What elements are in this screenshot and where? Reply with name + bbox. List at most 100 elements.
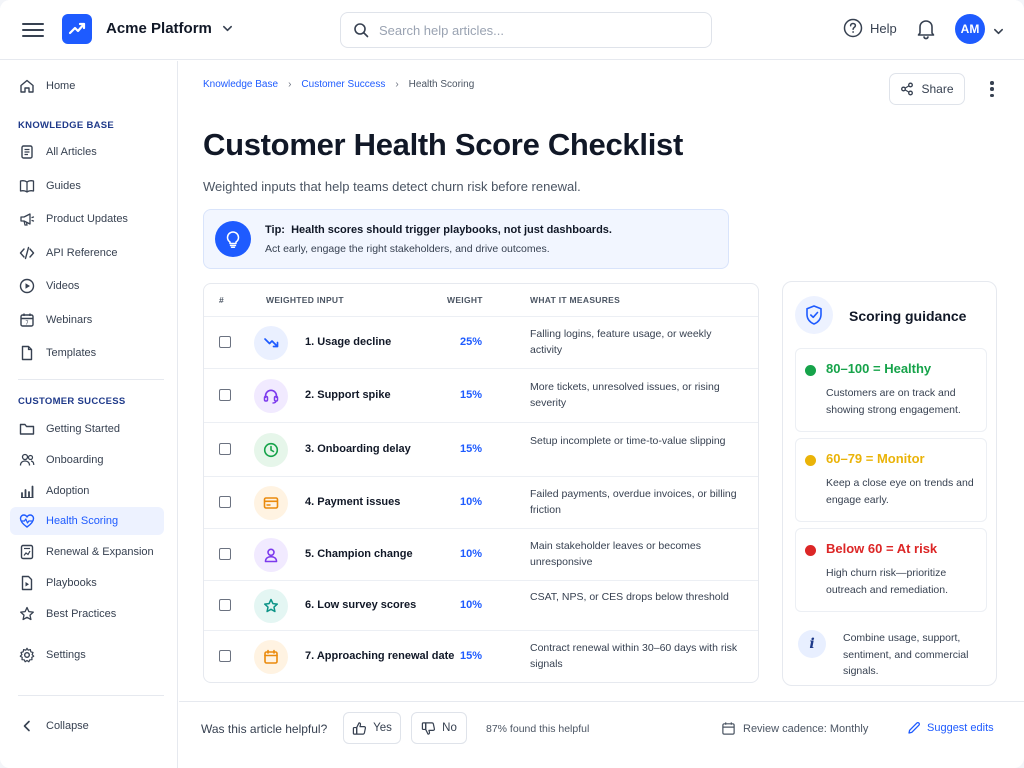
help-label: Help: [870, 20, 897, 36]
row-weight: 25%: [460, 336, 483, 348]
feedback-yes-label: Yes: [373, 722, 392, 734]
row-checkbox[interactable]: [219, 599, 231, 611]
table-row: 5. Champion change 10% Main stakeholder …: [204, 528, 758, 580]
search-input[interactable]: [379, 22, 679, 38]
review-cadence: Review cadence: Monthly: [721, 721, 868, 736]
sidebar-item-webinars[interactable]: 7 Webinars: [10, 306, 164, 334]
suggest-edits-label: Suggest edits: [927, 722, 994, 734]
menu-icon[interactable]: [22, 19, 44, 41]
sidebar-item-templates[interactable]: Templates: [10, 339, 164, 367]
sidebar: Home KNOWLEDGE BASE All Articles Guides …: [0, 61, 178, 768]
tier-description: High churn risk—prioritize outreach and …: [826, 567, 948, 596]
chevron-right-icon: ›: [288, 79, 292, 90]
more-options-icon[interactable]: [985, 79, 999, 99]
feedback-question: Was this article helpful?: [201, 722, 328, 736]
bar-chart-icon: [21, 485, 34, 498]
sidebar-divider: [18, 695, 164, 696]
row-weight: 10%: [460, 599, 483, 611]
sidebar-item-settings[interactable]: Settings: [10, 641, 164, 669]
help-button[interactable]: Help: [843, 18, 897, 38]
sidebar-item-onboarding[interactable]: Onboarding: [10, 446, 164, 474]
column-header-what-it-measures: WHAT IT MEASURES: [530, 295, 621, 305]
chevron-right-icon: ›: [395, 79, 399, 90]
table-row: 2. Support spike 15% More tickets, unres…: [204, 368, 758, 422]
breadcrumb-link-knowledge-base[interactable]: Knowledge Base: [203, 79, 278, 90]
help-circle-icon: [843, 18, 863, 38]
playbook-icon: [21, 575, 33, 591]
shield-check-icon: [795, 296, 833, 334]
row-checkbox[interactable]: [219, 650, 231, 662]
notifications-bell-icon[interactable]: [916, 18, 936, 45]
sidebar-item-label: Playbooks: [46, 577, 97, 589]
tier-label: Below 60 = At risk: [826, 541, 938, 556]
row-checkbox[interactable]: [219, 443, 231, 455]
sidebar-item-all-articles[interactable]: All Articles: [10, 138, 164, 166]
brand-logo-icon[interactable]: [62, 14, 92, 44]
review-cadence-text: Review cadence: Monthly: [743, 722, 869, 735]
calendar-icon: [254, 640, 288, 674]
sidebar-item-best-practices[interactable]: Best Practices: [10, 600, 164, 628]
row-input-name: 1. Usage decline: [305, 336, 392, 348]
row-input-name: 4. Payment issues: [305, 496, 401, 508]
sidebar-item-getting-started[interactable]: Getting Started: [10, 415, 164, 443]
row-input-name: 6. Low survey scores: [305, 599, 417, 611]
feedback-no-button[interactable]: No: [411, 712, 467, 744]
guidance-note-text: Combine usage, support, sentiment, and c…: [843, 632, 969, 677]
sidebar-item-label: Best Practices: [46, 608, 117, 620]
table-row: 6. Low survey scores 10% CSAT, NPS, or C…: [204, 580, 758, 630]
row-description: More tickets, unresolved issues, or risi…: [530, 381, 720, 409]
calendar-icon: 7: [20, 313, 34, 327]
row-weight: 10%: [460, 496, 483, 508]
sidebar-item-renewal-expansion[interactable]: Renewal & Expansion: [10, 538, 164, 566]
share-button[interactable]: Share: [889, 73, 965, 105]
tip-body: Act early, engage the right stakeholders…: [265, 243, 550, 255]
column-header-weighted-input: WEIGHTED INPUT: [266, 295, 344, 305]
table-row: 7. Approaching renewal date 15% Contract…: [204, 630, 758, 682]
thumbs-up-icon: [352, 721, 367, 735]
row-input-name: 7. Approaching renewal date: [305, 650, 455, 662]
suggest-edits-link[interactable]: Suggest edits: [907, 721, 994, 735]
scoring-guidance-title: Scoring guidance: [849, 308, 967, 324]
status-dot-red: [805, 545, 816, 556]
sidebar-section-knowledge-base: KNOWLEDGE BASE: [18, 120, 115, 131]
calendar-icon: [722, 722, 735, 735]
svg-text:7: 7: [25, 321, 28, 327]
chevron-down-icon: [222, 25, 232, 32]
row-weight: 15%: [460, 443, 483, 455]
sidebar-item-adoption[interactable]: Adoption: [10, 477, 164, 505]
row-description: Main stakeholder leaves or becomes unres…: [530, 540, 702, 568]
breadcrumb-link-customer-success[interactable]: Customer Success: [301, 79, 385, 90]
row-checkbox[interactable]: [219, 496, 231, 508]
account-menu-chevron-icon[interactable]: [993, 24, 1004, 42]
sidebar-item-product-updates[interactable]: Product Updates: [10, 205, 164, 233]
guidance-note: i Combine usage, support, sentiment, and…: [795, 624, 987, 680]
feedback-yes-button[interactable]: Yes: [343, 712, 401, 744]
book-icon: [19, 180, 35, 193]
workspace-switcher[interactable]: Acme Platform: [106, 20, 233, 37]
sidebar-section-customer-success: CUSTOMER SUCCESS: [18, 396, 126, 407]
row-checkbox[interactable]: [219, 336, 231, 348]
sidebar-item-label: Health Scoring: [46, 515, 119, 527]
row-input-name: 3. Onboarding delay: [305, 443, 411, 455]
search-box[interactable]: [340, 12, 712, 48]
sidebar-item-guides[interactable]: Guides: [10, 172, 164, 200]
tip-headline: Tip: Health scores should trigger playbo…: [265, 224, 612, 236]
sidebar-collapse-button[interactable]: Collapse: [10, 712, 164, 740]
row-description: CSAT, NPS, or CES drops below threshold: [530, 591, 729, 603]
sidebar-item-playbooks[interactable]: Playbooks: [10, 569, 164, 597]
row-weight: 10%: [460, 548, 483, 560]
user-avatar[interactable]: AM: [955, 14, 985, 44]
helpful-percentage: 87% found this helpful: [486, 723, 590, 735]
app-window: Acme Platform Help AM Home KNOWLEDGE BAS…: [0, 0, 1024, 768]
sidebar-item-videos[interactable]: Videos: [10, 272, 164, 300]
row-description: Failed payments, overdue invoices, or bi…: [530, 488, 737, 516]
row-checkbox[interactable]: [219, 389, 231, 401]
sidebar-item-label: Renewal & Expansion: [46, 546, 154, 558]
sidebar-item-label: API Reference: [46, 247, 118, 259]
sidebar-item-health-scoring[interactable]: Health Scoring: [10, 507, 164, 535]
sidebar-item-home[interactable]: Home: [10, 72, 164, 100]
row-checkbox[interactable]: [219, 548, 231, 560]
sidebar-item-api-reference[interactable]: API Reference: [10, 239, 164, 267]
play-circle-icon: [19, 278, 35, 294]
share-icon: [901, 82, 914, 96]
